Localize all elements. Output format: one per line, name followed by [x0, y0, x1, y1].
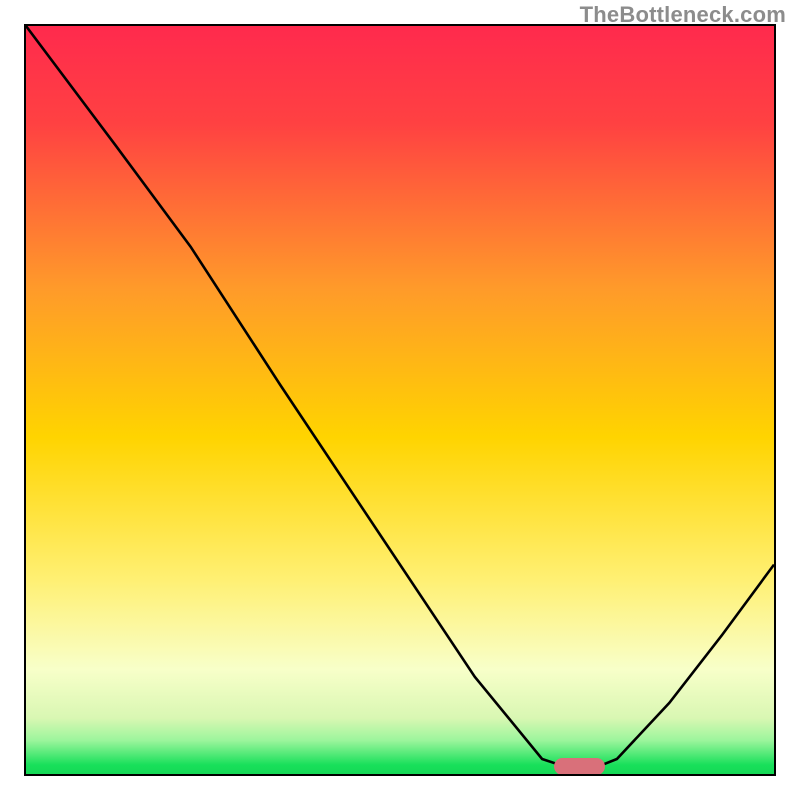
figure-container: TheBottleneck.com [0, 0, 800, 800]
curve-layer [26, 26, 774, 774]
optimal-range-marker [554, 758, 605, 775]
plot-area [24, 24, 776, 776]
bottleneck-curve [26, 26, 774, 767]
